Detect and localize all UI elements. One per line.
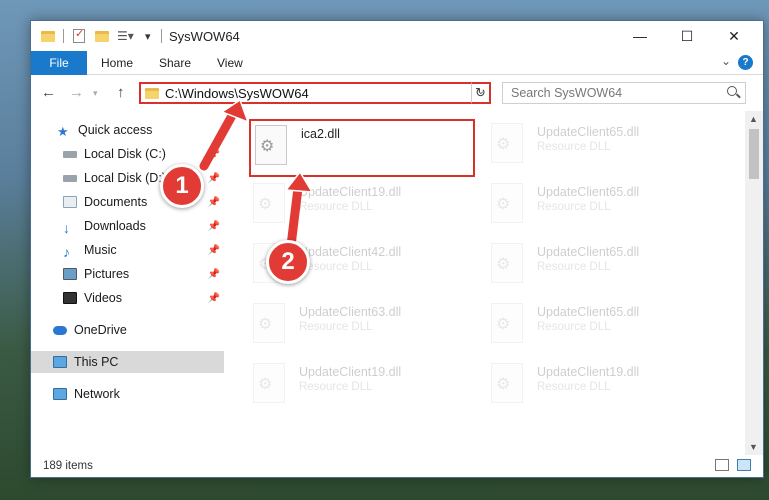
arrow-to-address-bar	[199, 107, 239, 171]
callout-arrows	[199, 98, 314, 259]
step-1-badge: 1	[160, 164, 204, 208]
arrow-head-file	[284, 170, 314, 193]
step-2-badge: 2	[266, 240, 310, 284]
